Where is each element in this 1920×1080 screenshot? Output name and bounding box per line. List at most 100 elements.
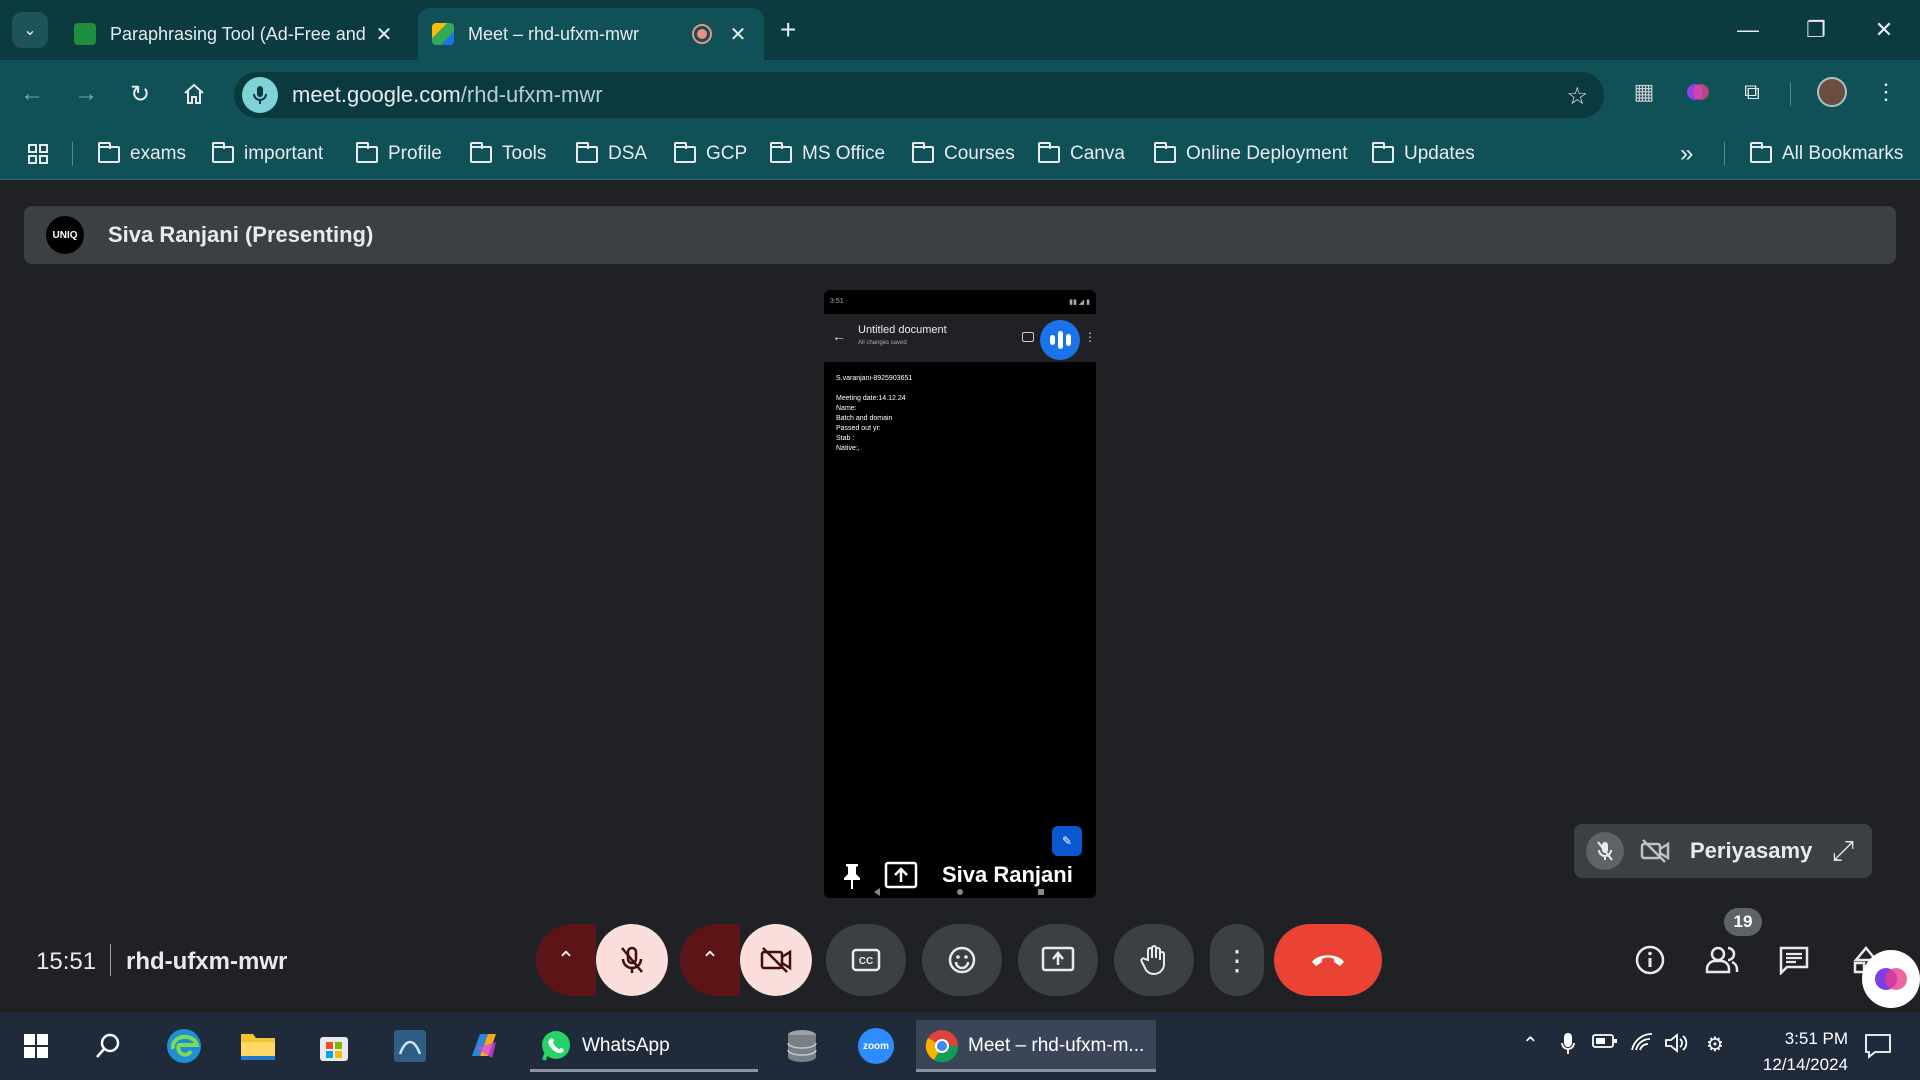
- raise-hand-button[interactable]: [1114, 924, 1194, 996]
- folder-icon: [212, 141, 234, 163]
- zoom-icon[interactable]: zoom: [852, 1022, 900, 1070]
- tab-paraphrasing[interactable]: Paraphrasing Tool (Ad-Free and ✕: [60, 8, 410, 60]
- settings-gear-icon[interactable]: ⚙: [1706, 1032, 1724, 1057]
- window-close-button[interactable]: ✕: [1860, 10, 1908, 50]
- bookmark-online-deployment[interactable]: Online Deployment: [1154, 128, 1348, 180]
- present-screen-icon: [1041, 946, 1075, 972]
- folder-icon: [1750, 141, 1772, 163]
- closed-captions-icon: CC: [851, 948, 881, 972]
- reactions-button[interactable]: [922, 924, 1002, 996]
- tab-search-button[interactable]: ⌄: [12, 12, 48, 48]
- show-hidden-icons-icon[interactable]: ⌃: [1522, 1032, 1539, 1057]
- edge-icon[interactable]: [160, 1022, 208, 1070]
- microsoft-store-icon[interactable]: [310, 1022, 358, 1070]
- close-icon[interactable]: ✕: [726, 22, 750, 47]
- file-explorer-icon[interactable]: [234, 1022, 282, 1070]
- copilot-floating-icon[interactable]: [1862, 950, 1920, 1008]
- meet-stage: UNIQ Siva Ranjani (Presenting) 3:51 ▮▮ ◢ …: [0, 180, 1920, 1012]
- bookmark-dsa[interactable]: DSA: [576, 128, 647, 180]
- bookmark-ms-office[interactable]: MS Office: [770, 128, 885, 180]
- home-button[interactable]: [174, 74, 214, 114]
- mic-off-icon: [621, 946, 643, 973]
- phone-nav-bar: [874, 888, 1044, 896]
- expand-icon[interactable]: ⤢: [1828, 835, 1858, 866]
- reload-button[interactable]: ↻: [120, 74, 160, 114]
- bookmark-important[interactable]: important: [212, 128, 323, 180]
- back-arrow-icon: ←: [832, 328, 846, 344]
- meeting-clock: 15:51: [36, 948, 97, 975]
- bookmark-gcp[interactable]: GCP: [674, 128, 747, 180]
- bookmark-profile[interactable]: Profile: [356, 128, 442, 180]
- back-button[interactable]: ←: [12, 74, 52, 114]
- chevron-down-icon: ⌄: [23, 22, 37, 39]
- volume-icon[interactable]: [1664, 1032, 1690, 1060]
- chrome-menu-icon[interactable]: ⋮: [1870, 76, 1902, 108]
- more-vert-icon: ⋮: [1223, 944, 1251, 976]
- copilot-app-icon[interactable]: [460, 1022, 508, 1070]
- copilot-extension-icon[interactable]: [1682, 76, 1714, 108]
- chrome-icon: [925, 1030, 959, 1063]
- search-icon[interactable]: [84, 1022, 132, 1070]
- notifications-icon[interactable]: [1854, 1022, 1902, 1070]
- windows-start-icon[interactable]: [12, 1022, 60, 1070]
- sheets-favicon-icon: [74, 23, 96, 45]
- camera-toggle-button[interactable]: [740, 924, 812, 996]
- address-bar[interactable]: meet.google.com/rhd-ufxm-mwr ☆: [234, 72, 1604, 118]
- leave-call-button[interactable]: [1274, 924, 1382, 996]
- shared-screen-tile[interactable]: 3:51 ▮▮ ◢ ▮ ← Untitled document All chang…: [824, 290, 1096, 898]
- whatsapp-icon: [542, 1031, 570, 1061]
- doc-subtitle: All changes saved: [858, 340, 907, 346]
- folder-icon: [470, 141, 492, 163]
- new-tab-button[interactable]: +: [780, 14, 796, 46]
- bookmark-courses[interactable]: Courses: [912, 128, 1015, 180]
- database-icon[interactable]: [778, 1022, 826, 1070]
- minimize-button[interactable]: —: [1724, 10, 1772, 50]
- camera-off-icon: [760, 947, 792, 973]
- restore-button[interactable]: ❐: [1792, 10, 1840, 50]
- captions-button[interactable]: CC: [826, 924, 906, 996]
- camera-off-icon: [1638, 836, 1672, 866]
- mic-control-group: ⌃: [536, 924, 668, 996]
- close-icon[interactable]: ✕: [372, 22, 396, 47]
- camera-control-group: ⌃: [680, 924, 812, 996]
- folder-icon: [1372, 141, 1394, 163]
- people-button[interactable]: [1698, 936, 1746, 984]
- all-bookmarks-button[interactable]: All Bookmarks: [1750, 128, 1903, 180]
- bookmark-star-icon[interactable]: ☆: [1566, 82, 1588, 111]
- tile-participant-name: Siva Ranjani: [942, 862, 1073, 887]
- more-options-button[interactable]: ⋮: [1210, 924, 1264, 996]
- extensions-puzzle-icon[interactable]: ⧉: [1736, 76, 1768, 108]
- wifi-icon[interactable]: [1630, 1032, 1654, 1058]
- doc-app-bar: ← Untitled document All changes saved ⋮: [824, 314, 1096, 362]
- battery-icon[interactable]: [1592, 1032, 1618, 1056]
- doc-body: S.varanjani-8925903651 Meeting date:14.1…: [836, 375, 913, 452]
- folder-icon: [98, 141, 120, 163]
- present-screen-button[interactable]: [1018, 924, 1098, 996]
- self-view-tile[interactable]: Periyasamy ⤢: [1574, 824, 1872, 878]
- mic-toggle-button[interactable]: [596, 924, 668, 996]
- meeting-details-button[interactable]: [1626, 936, 1674, 984]
- tab-meet[interactable]: Meet – rhd-ufxm-mwr ✕: [418, 8, 764, 60]
- audio-settings-button[interactable]: ⌃: [536, 924, 596, 996]
- comment-icon: [1022, 332, 1034, 342]
- mic-permission-icon[interactable]: [242, 77, 278, 113]
- microphone-tray-icon[interactable]: [1560, 1032, 1576, 1062]
- taskbar-clock[interactable]: 3:51 PM 12/14/2024: [1748, 1026, 1848, 1078]
- apps-grid-icon[interactable]: [26, 128, 50, 180]
- browser-toolbar: ← → ↻ meet.google.com/rhd-ufxm-mwr ☆ ▦ ⧉…: [0, 60, 1920, 128]
- bookmark-canva[interactable]: Canva: [1038, 128, 1125, 180]
- bookmark-exams[interactable]: exams: [98, 128, 186, 180]
- chat-button[interactable]: [1770, 936, 1818, 984]
- bookmarks-overflow-button[interactable]: »: [1680, 128, 1693, 180]
- forward-button[interactable]: →: [66, 74, 106, 114]
- extension-icon[interactable]: ▦: [1628, 76, 1660, 108]
- phone-status-bar: 3:51 ▮▮ ◢ ▮: [830, 298, 1090, 306]
- mysql-workbench-icon[interactable]: [386, 1022, 434, 1070]
- recording-icon: [692, 24, 712, 44]
- taskbar-whatsapp[interactable]: WhatsApp: [530, 1020, 758, 1072]
- bookmark-updates[interactable]: Updates: [1372, 128, 1475, 180]
- profile-avatar[interactable]: [1816, 76, 1848, 108]
- video-settings-button[interactable]: ⌃: [680, 924, 740, 996]
- taskbar-chrome-meet[interactable]: Meet – rhd-ufxm-m...: [916, 1020, 1156, 1072]
- bookmark-tools[interactable]: Tools: [470, 128, 546, 180]
